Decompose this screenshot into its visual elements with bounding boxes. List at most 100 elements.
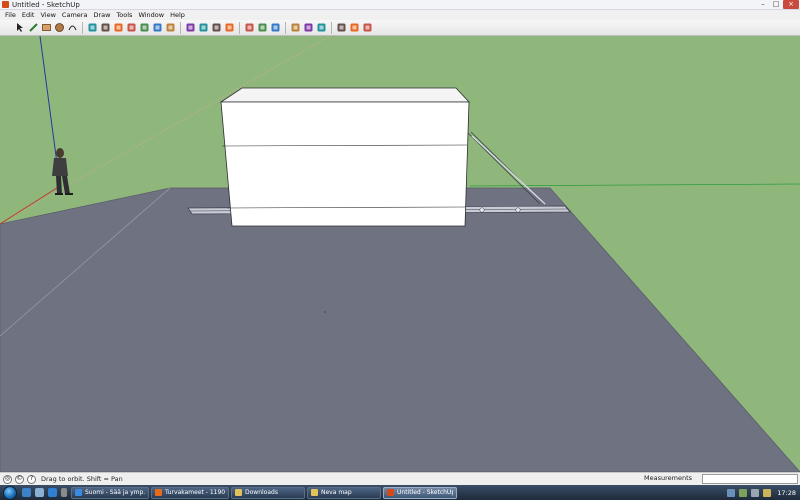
rectangle-tool[interactable] <box>41 22 53 34</box>
taskbar-item-downloads[interactable]: Downloads <box>231 486 305 499</box>
quicklaunch-chevron-icon[interactable] <box>61 488 67 497</box>
maximize-button[interactable]: □ <box>770 0 782 9</box>
eraser-icon <box>88 23 97 32</box>
eraser-tool[interactable] <box>87 22 99 34</box>
circle-icon <box>55 23 64 32</box>
browser-icon <box>75 489 82 496</box>
rotate-icon <box>140 23 149 32</box>
scene-canvas[interactable] <box>0 36 800 472</box>
close-button[interactable]: × <box>783 0 799 9</box>
rectangle-icon <box>42 24 51 31</box>
pencil-icon <box>29 23 38 32</box>
select-tool[interactable] <box>15 22 27 34</box>
measurements-label: Measurements <box>644 474 693 482</box>
components-tool[interactable] <box>244 22 256 34</box>
get-models-icon <box>258 23 267 32</box>
toolbar-separator <box>239 21 240 34</box>
menu-bar: File Edit View Camera Draw Tools Window … <box>0 10 800 20</box>
measurements-input[interactable] <box>702 474 798 484</box>
arc-tool[interactable] <box>67 22 79 34</box>
add-location-tool[interactable] <box>303 22 315 34</box>
toolbar-separator <box>82 21 83 34</box>
browser-quicklaunch-icon[interactable] <box>48 488 57 497</box>
menu-edit[interactable]: Edit <box>19 11 38 19</box>
add-location-icon <box>304 23 313 32</box>
taskbar-item-neva-map[interactable]: Neva map <box>307 486 381 499</box>
offset-tool[interactable] <box>165 22 177 34</box>
help-icon[interactable]: ? <box>27 474 36 484</box>
menu-camera[interactable]: Camera <box>59 11 91 19</box>
circle-tool[interactable] <box>54 22 66 34</box>
paint-bucket-icon <box>101 23 110 32</box>
battery-icon[interactable] <box>763 488 772 497</box>
taskbar-item-sketchup[interactable]: Untitled - SketchUp <box>383 486 457 499</box>
menu-window[interactable]: Window <box>135 11 167 19</box>
arc-icon <box>68 25 77 31</box>
orbit-icon <box>186 23 195 32</box>
pan-icon <box>199 23 208 32</box>
clock: 17:28 <box>777 488 796 497</box>
menu-file[interactable]: File <box>2 11 19 19</box>
paint-bucket-tool[interactable] <box>100 22 112 34</box>
offset-icon <box>166 23 175 32</box>
show-desktop-icon[interactable] <box>22 488 31 497</box>
windows-taskbar: Suomi - Sää ja ymp... Turvakameet - 1190… <box>0 485 800 500</box>
tray-chevron-icon[interactable] <box>727 488 736 497</box>
move-icon <box>127 23 136 32</box>
window-title: Untitled - SketchUp <box>12 0 80 9</box>
place-model-tool[interactable] <box>290 22 302 34</box>
container-box <box>219 87 470 227</box>
push-pull-tool[interactable] <box>113 22 125 34</box>
toolbar-separator <box>331 21 332 34</box>
folder-icon <box>235 489 242 496</box>
start-button[interactable] <box>3 485 17 500</box>
photo-texture-icon <box>337 23 346 32</box>
move-tool[interactable] <box>126 22 138 34</box>
pencil-tool[interactable] <box>28 22 40 34</box>
toggle-terrain-icon <box>317 23 326 32</box>
get-current-view-tool[interactable] <box>349 22 361 34</box>
place-model-icon <box>291 23 300 32</box>
system-tray: 17:28 <box>725 485 800 500</box>
zoom-extents-tool[interactable] <box>224 22 236 34</box>
orbit-tool[interactable] <box>185 22 197 34</box>
taskbar-item-suomi[interactable]: Suomi - Sää ja ymp... <box>71 486 149 499</box>
follow-me-tool[interactable] <box>152 22 164 34</box>
menu-draw[interactable]: Draw <box>90 11 113 19</box>
menu-tools[interactable]: Tools <box>113 11 135 19</box>
follow-me-icon <box>153 23 162 32</box>
zoom-icon <box>212 23 221 32</box>
credits-icon[interactable]: © <box>15 474 24 484</box>
status-bar: ◎ © ? Drag to orbit. Shift = Pan Measure… <box>0 472 800 485</box>
sketchup-icon <box>387 489 394 496</box>
modeling-viewport[interactable] <box>0 36 800 472</box>
zoom-tool[interactable] <box>211 22 223 34</box>
minimize-button[interactable]: – <box>757 0 769 9</box>
get-models-tool[interactable] <box>257 22 269 34</box>
menu-help[interactable]: Help <box>167 11 188 19</box>
google-earth-tool[interactable] <box>362 22 374 34</box>
pan-tool[interactable] <box>198 22 210 34</box>
google-earth-icon <box>363 23 372 32</box>
sketchup-app-icon <box>2 1 9 8</box>
window-controls: – □ × <box>757 0 799 10</box>
share-model-tool[interactable] <box>270 22 282 34</box>
taskbar-item-turvakameet[interactable]: Turvakameet - 1190 ... <box>151 486 229 499</box>
network-icon[interactable] <box>739 488 748 497</box>
rotate-tool[interactable] <box>139 22 151 34</box>
title-bar: Untitled - SketchUp – □ × <box>0 0 800 10</box>
switch-windows-icon[interactable] <box>35 488 44 497</box>
get-current-view-icon <box>350 23 359 32</box>
origin-point <box>324 311 326 313</box>
toolbar-separator <box>285 21 286 34</box>
zoom-extents-icon <box>225 23 234 32</box>
main-toolbar <box>0 20 800 36</box>
share-model-icon <box>271 23 280 32</box>
status-message: Drag to orbit. Shift = Pan <box>41 475 123 483</box>
select-icon <box>17 23 23 32</box>
photo-texture-tool[interactable] <box>336 22 348 34</box>
geo-location-icon[interactable]: ◎ <box>3 474 12 484</box>
volume-icon[interactable] <box>751 488 760 497</box>
menu-view[interactable]: View <box>37 11 58 19</box>
toggle-terrain-tool[interactable] <box>316 22 328 34</box>
